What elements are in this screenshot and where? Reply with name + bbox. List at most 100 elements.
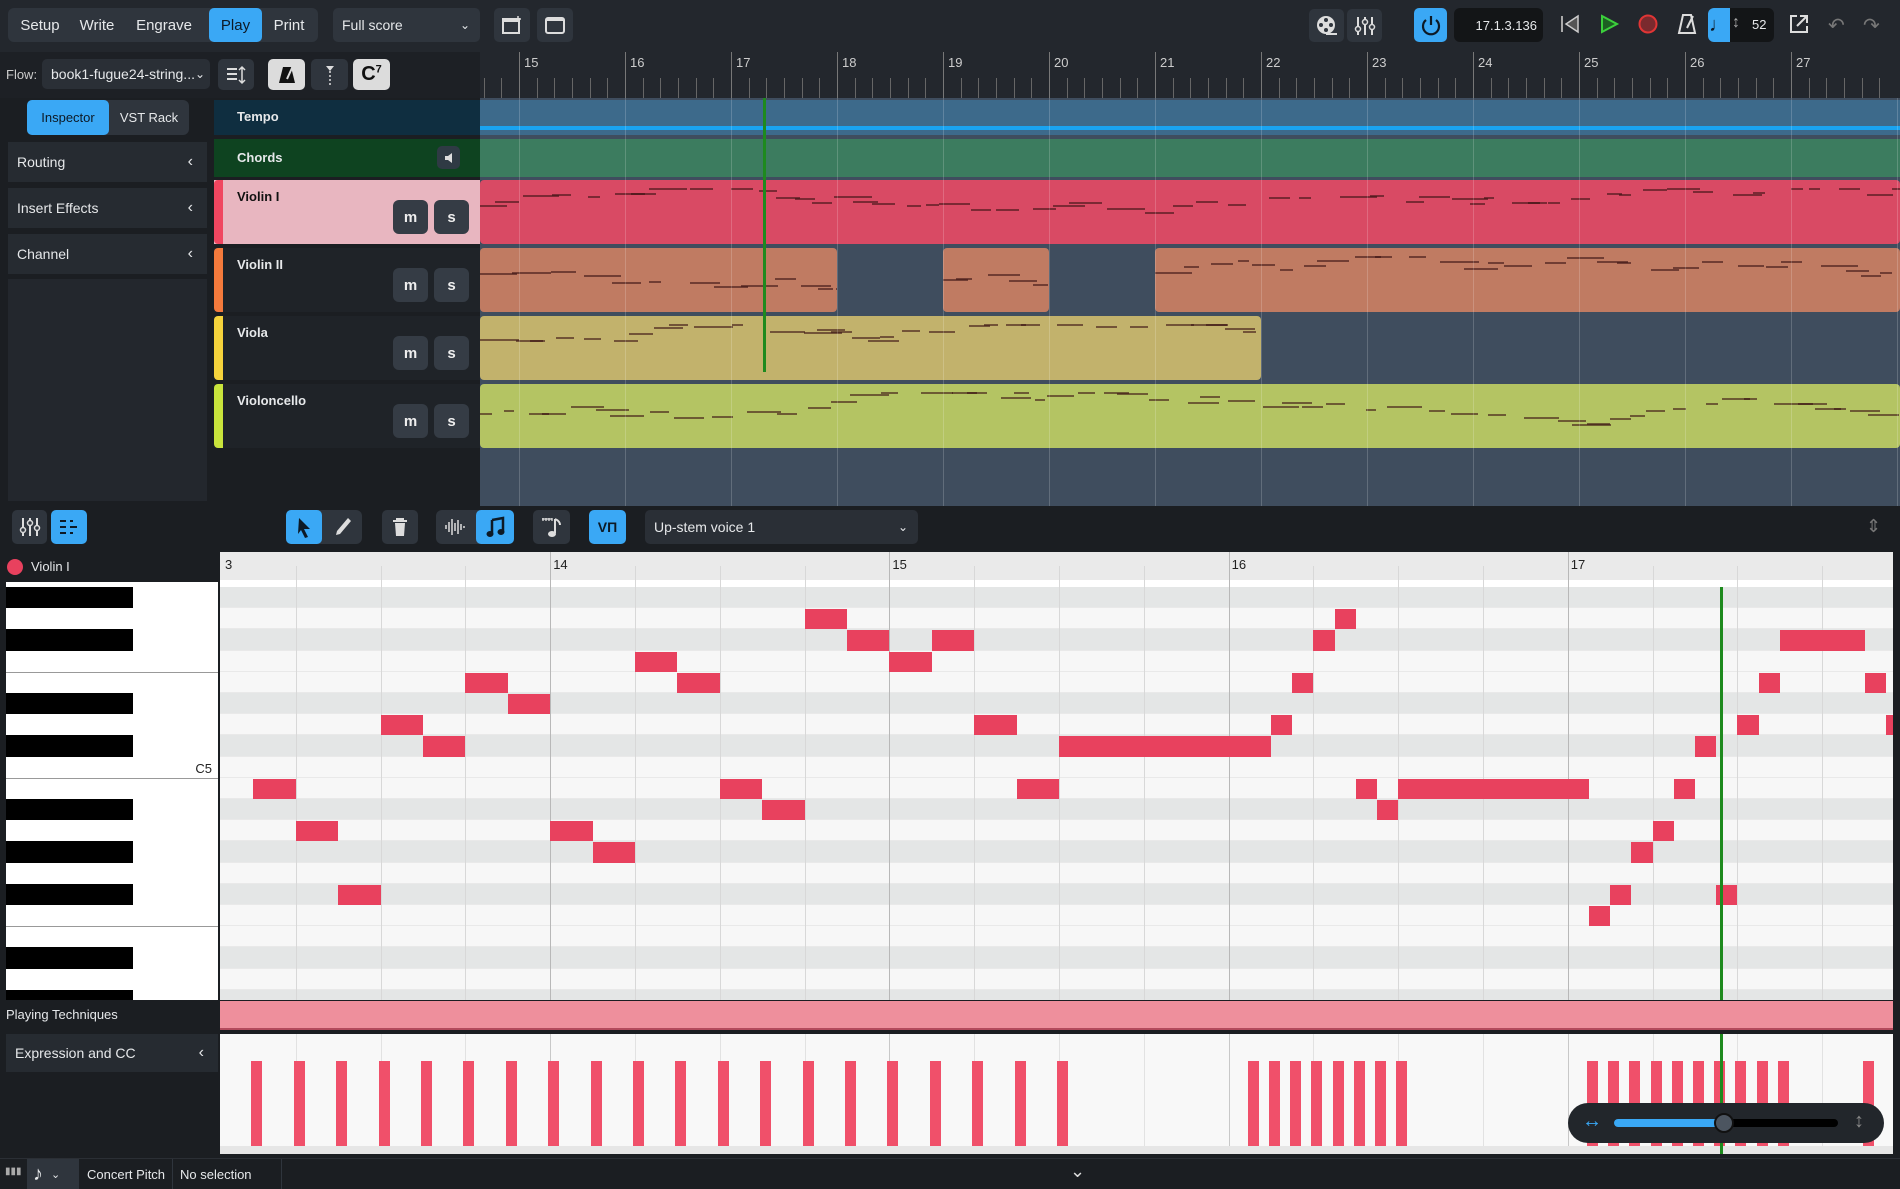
tab-write[interactable]: Write bbox=[70, 8, 124, 42]
track-header-violin-i[interactable]: Violin I ms bbox=[214, 180, 480, 244]
note[interactable] bbox=[1864, 672, 1886, 693]
note[interactable] bbox=[423, 736, 466, 757]
black-key[interactable] bbox=[6, 587, 133, 609]
black-key[interactable] bbox=[6, 989, 133, 1000]
cc-event[interactable] bbox=[760, 1061, 772, 1146]
note[interactable] bbox=[1377, 800, 1399, 821]
note[interactable] bbox=[719, 778, 763, 799]
note[interactable] bbox=[1271, 715, 1293, 736]
tab-inspector[interactable]: Inspector bbox=[27, 100, 109, 135]
window-button[interactable] bbox=[537, 8, 573, 42]
metronome-track-button[interactable] bbox=[268, 59, 305, 90]
note[interactable] bbox=[338, 884, 381, 905]
select-tool-button[interactable] bbox=[286, 510, 322, 544]
voice-button[interactable]: VΠ bbox=[589, 510, 626, 544]
solo-button[interactable]: s bbox=[434, 200, 469, 234]
mute-button[interactable]: m bbox=[393, 404, 428, 438]
section-channel[interactable]: Channel ‹ bbox=[8, 234, 207, 274]
timeline-ruler[interactable]: 15 16 17 18 19 20 21 22 23 24 25 26 27 bbox=[480, 52, 1900, 98]
cc-event[interactable] bbox=[1269, 1061, 1280, 1146]
note[interactable] bbox=[1779, 630, 1865, 651]
draw-tool-button[interactable] bbox=[325, 510, 361, 544]
note[interactable] bbox=[1631, 842, 1653, 863]
note[interactable] bbox=[507, 694, 551, 715]
cc-event[interactable] bbox=[1290, 1061, 1302, 1146]
black-key[interactable] bbox=[6, 693, 133, 715]
record-button[interactable] bbox=[1636, 12, 1660, 36]
note[interactable] bbox=[1398, 778, 1589, 799]
note[interactable] bbox=[762, 800, 805, 821]
cc-event[interactable] bbox=[1396, 1061, 1408, 1146]
resize-panel-handle[interactable]: ⇕ bbox=[1866, 516, 1881, 537]
black-key[interactable] bbox=[6, 841, 133, 863]
note-view-button[interactable] bbox=[476, 510, 514, 544]
cc-event[interactable] bbox=[378, 1061, 390, 1146]
note[interactable] bbox=[1610, 884, 1632, 905]
cc-event[interactable] bbox=[633, 1061, 644, 1146]
section-routing[interactable]: Routing ‹ bbox=[8, 142, 207, 182]
expression-cc-section[interactable]: Expression and CC ‹ bbox=[6, 1034, 218, 1072]
tab-setup[interactable]: Setup bbox=[12, 8, 68, 42]
playhead[interactable] bbox=[762, 98, 766, 372]
play-button[interactable] bbox=[1597, 12, 1621, 36]
redo-button[interactable]: ↷ bbox=[1863, 13, 1880, 38]
cc-event[interactable] bbox=[887, 1061, 899, 1146]
note[interactable] bbox=[1695, 736, 1717, 757]
track-header-chords[interactable]: Chords bbox=[214, 139, 480, 177]
cc-event[interactable] bbox=[1247, 1061, 1259, 1146]
cc-event[interactable] bbox=[1311, 1061, 1323, 1146]
cc-event[interactable] bbox=[1332, 1061, 1344, 1146]
note-input-select[interactable]: ♪ ⌄ bbox=[27, 1159, 79, 1189]
note[interactable] bbox=[804, 609, 847, 630]
metronome-button[interactable] bbox=[1675, 12, 1699, 36]
track-header-violoncello[interactable]: Violoncello m s bbox=[214, 384, 480, 448]
note[interactable] bbox=[1589, 906, 1611, 927]
note[interactable] bbox=[1334, 609, 1356, 630]
note[interactable] bbox=[1737, 715, 1759, 736]
note[interactable] bbox=[380, 715, 423, 736]
chord-track-button[interactable]: C7 bbox=[353, 59, 390, 90]
track-height-button[interactable] bbox=[218, 59, 254, 90]
add-window-button[interactable] bbox=[494, 8, 530, 42]
solo-button[interactable]: s bbox=[434, 268, 469, 302]
note[interactable] bbox=[1355, 778, 1377, 799]
voice-select[interactable]: Up-stem voice 1 ⌄ bbox=[645, 510, 918, 544]
undo-button[interactable]: ↶ bbox=[1828, 13, 1845, 38]
note[interactable] bbox=[1016, 778, 1059, 799]
concert-pitch-toggle[interactable]: Concert Pitch bbox=[87, 1167, 165, 1182]
note[interactable] bbox=[1758, 672, 1780, 693]
zoom-slider-thumb[interactable] bbox=[1713, 1113, 1734, 1133]
tab-engrave[interactable]: Engrave bbox=[126, 8, 202, 42]
note[interactable] bbox=[550, 821, 593, 842]
cc-event[interactable] bbox=[845, 1061, 856, 1146]
note[interactable] bbox=[931, 630, 975, 651]
cc-event[interactable] bbox=[505, 1061, 517, 1146]
note[interactable] bbox=[465, 672, 508, 693]
region[interactable] bbox=[480, 384, 1900, 448]
velocity-view-button[interactable] bbox=[436, 510, 474, 544]
black-key[interactable] bbox=[6, 883, 133, 905]
cc-event[interactable] bbox=[717, 1061, 729, 1146]
cc-event[interactable] bbox=[293, 1061, 305, 1146]
mute-button[interactable]: m bbox=[393, 268, 428, 302]
editor-list-button[interactable] bbox=[51, 510, 87, 544]
export-button[interactable] bbox=[1788, 13, 1810, 35]
cc-event[interactable] bbox=[251, 1061, 263, 1146]
black-key[interactable] bbox=[6, 799, 133, 821]
cc-event[interactable] bbox=[1014, 1061, 1026, 1146]
cc-event[interactable] bbox=[1353, 1061, 1365, 1146]
track-header-tempo[interactable]: Tempo bbox=[214, 100, 480, 135]
note[interactable] bbox=[253, 778, 296, 799]
black-key[interactable] bbox=[6, 735, 133, 757]
note[interactable] bbox=[592, 842, 635, 863]
chords-mute-button[interactable] bbox=[437, 146, 460, 169]
note[interactable] bbox=[1059, 736, 1271, 757]
tempo-note-icon[interactable]: ♩ bbox=[1708, 8, 1730, 42]
note[interactable] bbox=[889, 651, 932, 672]
flow-select[interactable]: book1-fugue24-string... ⌄ bbox=[42, 59, 210, 89]
layout-select[interactable]: Full score ⌄ bbox=[333, 8, 480, 42]
tempo-control[interactable]: ♩ ↕ 52 bbox=[1708, 8, 1774, 42]
chords-track-lane[interactable] bbox=[480, 139, 1900, 177]
note[interactable] bbox=[1716, 884, 1738, 905]
cc-event[interactable] bbox=[802, 1061, 814, 1146]
